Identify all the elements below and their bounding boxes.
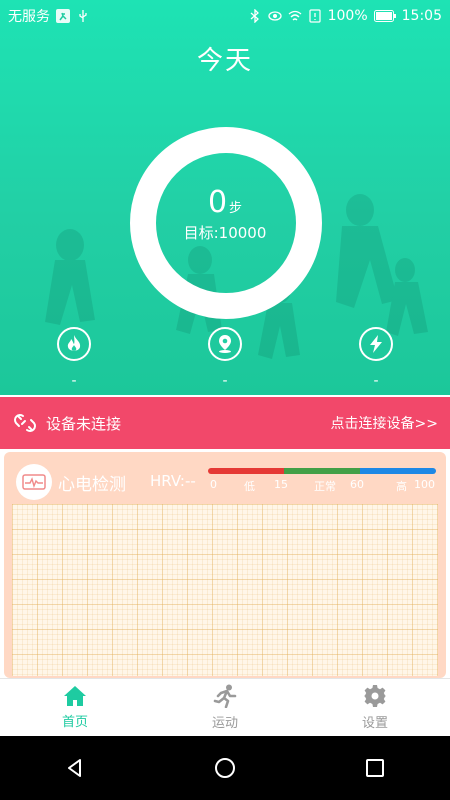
clock: 15:05 <box>401 8 442 24</box>
step-unit: 步 <box>229 201 243 216</box>
hrv-scale-labels: 0 低 15 正常 60 高 100 <box>208 478 436 493</box>
ecg-header: 心电检测 HRV:-- 0 低 15 正常 60 高 100 <box>12 462 440 500</box>
carrier-label: 无服务 <box>8 9 50 25</box>
tab-home[interactable]: 首页 <box>0 679 150 736</box>
battery-icon <box>373 10 396 22</box>
tab-settings-label: 设置 <box>361 716 388 731</box>
hrv-60: 60 <box>350 478 364 491</box>
metrics-row: - - - <box>0 327 450 389</box>
recents-button[interactable] <box>360 753 390 783</box>
hrv-normal-segment <box>283 468 360 474</box>
tab-sport[interactable]: 运动 <box>150 679 300 736</box>
step-count: 0步 <box>0 185 450 220</box>
distance-metric: - <box>205 327 245 389</box>
lightning-icon <box>359 327 393 361</box>
hero-section: 无服务 100% 15:05 今天 0步 目标:10000 - - - <box>0 0 450 395</box>
hrv-15: 15 <box>274 478 288 491</box>
link-broken-icon <box>14 414 36 432</box>
calories-value: - <box>71 373 77 389</box>
hrv-normal-label: 正常 <box>314 480 336 493</box>
page-title: 今天 <box>196 46 253 76</box>
step-goal: 目标:10000 <box>183 224 267 242</box>
hrv-high-label: 高 <box>396 480 407 493</box>
calories-metric: - <box>54 327 94 389</box>
sim-alert-icon <box>309 9 321 23</box>
home-circle-icon <box>215 758 235 778</box>
hrv-color-bar <box>208 468 436 474</box>
ecg-grid <box>12 504 438 676</box>
energy-metric: - <box>356 327 396 389</box>
step-count-value: 0 <box>207 185 228 220</box>
wifi-icon <box>288 10 302 21</box>
distance-value: - <box>222 373 228 389</box>
system-nav-bar <box>0 736 450 800</box>
back-triangle-icon <box>68 759 81 777</box>
hrv-scale: 0 低 15 正常 60 高 100 <box>208 468 436 494</box>
energy-value: - <box>373 373 379 389</box>
home-icon <box>64 686 86 706</box>
running-app-icon <box>56 9 70 23</box>
ecg-panel: 心电检测 HRV:-- 0 低 15 正常 60 高 100 <box>4 452 446 678</box>
flame-icon <box>57 327 91 361</box>
location-pin-icon <box>208 327 242 361</box>
ecg-title: 心电检测 <box>58 475 126 495</box>
device-status-label: 设备未连接 <box>46 414 122 433</box>
device-connection-banner[interactable]: 设备未连接 点击连接设备>> <box>0 397 450 449</box>
bluetooth-icon <box>250 9 259 23</box>
status-bar: 无服务 100% 15:05 <box>0 0 450 32</box>
hrv-high-segment <box>359 468 436 474</box>
hrv-max: 100 <box>414 478 435 491</box>
hrv-value: HRV:-- <box>150 472 196 490</box>
hrv-low-segment <box>208 468 284 474</box>
bottom-tab-bar: 首页 运动 设置 <box>0 678 450 736</box>
running-icon <box>213 684 237 708</box>
tab-sport-label: 运动 <box>211 716 238 731</box>
connect-device-link[interactable]: 点击连接设备>> <box>331 413 438 433</box>
tab-settings[interactable]: 设置 <box>300 679 450 736</box>
hrv-min: 0 <box>210 478 217 491</box>
recents-square-icon <box>366 759 384 777</box>
eye-icon <box>267 11 282 21</box>
hrv-low-label: 低 <box>244 480 255 493</box>
home-button[interactable] <box>210 753 240 783</box>
battery-percent: 100% <box>327 8 368 24</box>
usb-icon <box>79 10 87 22</box>
tab-home-label: 首页 <box>61 715 88 730</box>
back-button[interactable] <box>60 753 90 783</box>
ecg-logo-icon <box>16 464 52 500</box>
gear-icon <box>364 685 386 707</box>
